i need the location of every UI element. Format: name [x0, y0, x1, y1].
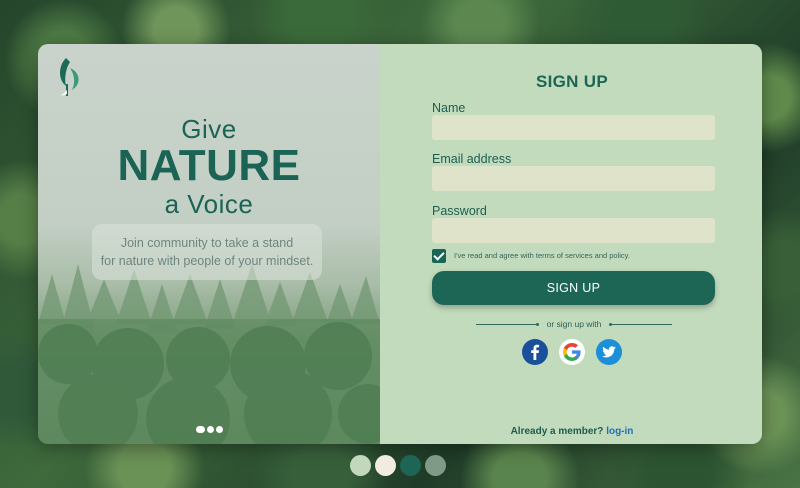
facebook-glyph: [531, 344, 540, 360]
email-field[interactable]: [432, 166, 715, 191]
palette-swatch-cream: [375, 455, 396, 476]
tagline: Join community to take a stand for natur…: [92, 224, 322, 280]
carousel-indicator[interactable]: [196, 426, 223, 433]
terms-text: I've read and agree with terms of servic…: [454, 251, 630, 260]
or-divider: or sign up with: [476, 318, 672, 330]
google-icon[interactable]: [559, 339, 585, 365]
signup-card: Give NATURE a Voice Join community to ta…: [38, 44, 762, 444]
or-text: or sign up with: [546, 319, 602, 329]
color-palette: [350, 455, 446, 476]
facebook-icon[interactable]: [522, 339, 548, 365]
already-member-text: Already a member?: [510, 426, 604, 437]
palette-swatch-dark-green: [400, 455, 421, 476]
carousel-dot[interactable]: [207, 426, 214, 433]
carousel-dot[interactable]: [216, 426, 223, 433]
password-label: Password: [432, 204, 487, 218]
palette-swatch-gray-green: [425, 455, 446, 476]
login-link[interactable]: log-in: [606, 426, 633, 437]
hero-line-voice: a Voice: [164, 189, 254, 219]
email-label: Email address: [432, 152, 512, 166]
twitter-icon[interactable]: [596, 339, 622, 365]
social-buttons: [380, 339, 762, 365]
signup-button[interactable]: SIGN UP: [432, 271, 715, 305]
hero-line-give: Give: [181, 114, 237, 144]
terms-checkbox[interactable]: [432, 249, 446, 263]
tagline-line-2: for nature with people of your mindset.: [100, 254, 314, 268]
hero-heading: Give NATURE a Voice: [38, 114, 380, 220]
hero-line-nature: NATURE: [117, 141, 301, 190]
twitter-glyph: [602, 346, 616, 358]
divider-line-right: [609, 322, 672, 326]
palette-swatch-light-green: [350, 455, 371, 476]
form-title: SIGN UP: [535, 72, 608, 91]
divider-line-left: [476, 322, 539, 326]
login-prompt: Already a member? log-in: [380, 426, 762, 437]
leaf-logo-icon: [60, 58, 79, 96]
tagline-line-1: Join community to take a stand: [120, 236, 294, 250]
google-glyph: [563, 343, 581, 361]
carousel-dot-active[interactable]: [196, 426, 205, 433]
password-field[interactable]: [432, 218, 715, 243]
hero-panel: Give NATURE a Voice Join community to ta…: [38, 44, 380, 444]
signup-form-panel: SIGN UP Name Email address Password I've…: [380, 44, 762, 444]
name-label: Name: [432, 101, 466, 115]
name-field[interactable]: [432, 115, 715, 140]
forest-illustration: [38, 264, 380, 444]
